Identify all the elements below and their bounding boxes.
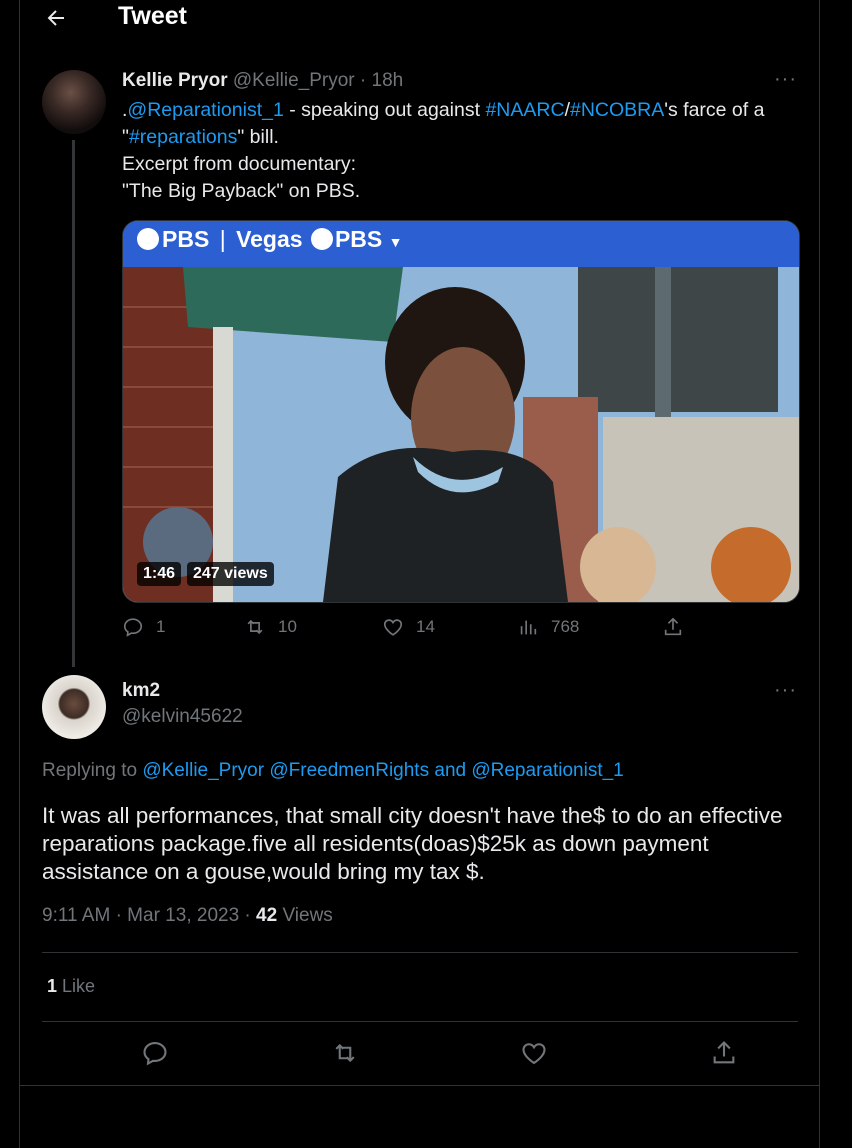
hashtag-link[interactable]: #NAARC: [485, 99, 564, 121]
pbs-banner: PBS | Vegas PBS ▼: [123, 221, 799, 267]
tweet-text: .@Reparationist_1 - speaking out against…: [122, 99, 765, 202]
mention-link[interactable]: @FreedmenRights: [269, 760, 429, 781]
more-icon[interactable]: ···: [774, 679, 797, 702]
header: Tweet: [20, 0, 819, 40]
avatar[interactable]: [42, 70, 106, 134]
tweet-author-row: Kellie Pryor @Kellie_Pryor · 18h: [122, 70, 404, 91]
video-views: 247 views: [187, 562, 274, 586]
video-player[interactable]: PBS | Vegas PBS ▼ 1:46 247 views: [122, 220, 800, 603]
like-button[interactable]: 14: [382, 616, 435, 638]
divider: [42, 1021, 798, 1022]
mention-link[interactable]: @Reparationist_1: [127, 99, 283, 121]
page-title: Tweet: [118, 2, 187, 30]
reply-button[interactable]: 1: [122, 616, 165, 638]
reply-icon[interactable]: [141, 1039, 169, 1067]
views-button[interactable]: 768: [517, 616, 579, 638]
like-icon[interactable]: [520, 1039, 548, 1067]
author-handle[interactable]: @Kellie_Pryor: [233, 70, 355, 91]
share-icon: [664, 617, 682, 636]
divider: [20, 1085, 819, 1086]
reply-action-bar: [42, 1036, 798, 1076]
thread-line: [72, 140, 75, 667]
hashtag-link[interactable]: #reparations: [129, 126, 237, 148]
author-name[interactable]: Kellie Pryor: [122, 70, 228, 91]
tweet-text: It was all performances, that small city…: [42, 803, 783, 884]
mention-link[interactable]: @Kellie_Pryor: [142, 760, 264, 781]
back-arrow-icon[interactable]: [44, 6, 68, 30]
like-icon: [383, 619, 403, 636]
hashtag-link[interactable]: #NCOBRA: [570, 99, 664, 121]
retweet-button[interactable]: 10: [244, 616, 297, 638]
author-handle[interactable]: @kelvin45622: [122, 706, 243, 728]
tweet-timestamp[interactable]: 9:11 AM · Mar 13, 2023 ·: [42, 905, 251, 926]
video-thumbnail: [123, 267, 799, 602]
likes-summary[interactable]: 1 Like: [47, 976, 95, 997]
avatar[interactable]: [42, 675, 106, 739]
divider: [42, 952, 798, 953]
views-icon: [520, 620, 537, 635]
tweet-meta: 9:11 AM · Mar 13, 2023 · 42 Views: [42, 905, 333, 926]
retweet-icon[interactable]: [331, 1039, 359, 1067]
share-icon[interactable]: [710, 1039, 738, 1067]
views-count: 42: [256, 905, 278, 926]
pbs-logo: PBS | Vegas PBS ▼: [137, 226, 403, 253]
tweet-column: Tweet Kellie Pryor @Kellie_Pryor · 18h ·…: [19, 0, 820, 1148]
share-button[interactable]: [662, 616, 696, 638]
video-duration: 1:46: [137, 562, 182, 586]
mention-link[interactable]: @Reparationist_1: [471, 760, 623, 781]
replying-to: Replying to @Kellie_Pryor @FreedmenRight…: [42, 760, 624, 781]
tweet-time[interactable]: 18h: [372, 70, 404, 91]
more-icon[interactable]: ···: [774, 68, 797, 91]
reply-icon: [123, 618, 143, 637]
author-name[interactable]: km2: [122, 680, 160, 702]
retweet-icon: [247, 619, 263, 635]
tweet-action-bar: 1 10 14 768: [122, 616, 702, 646]
